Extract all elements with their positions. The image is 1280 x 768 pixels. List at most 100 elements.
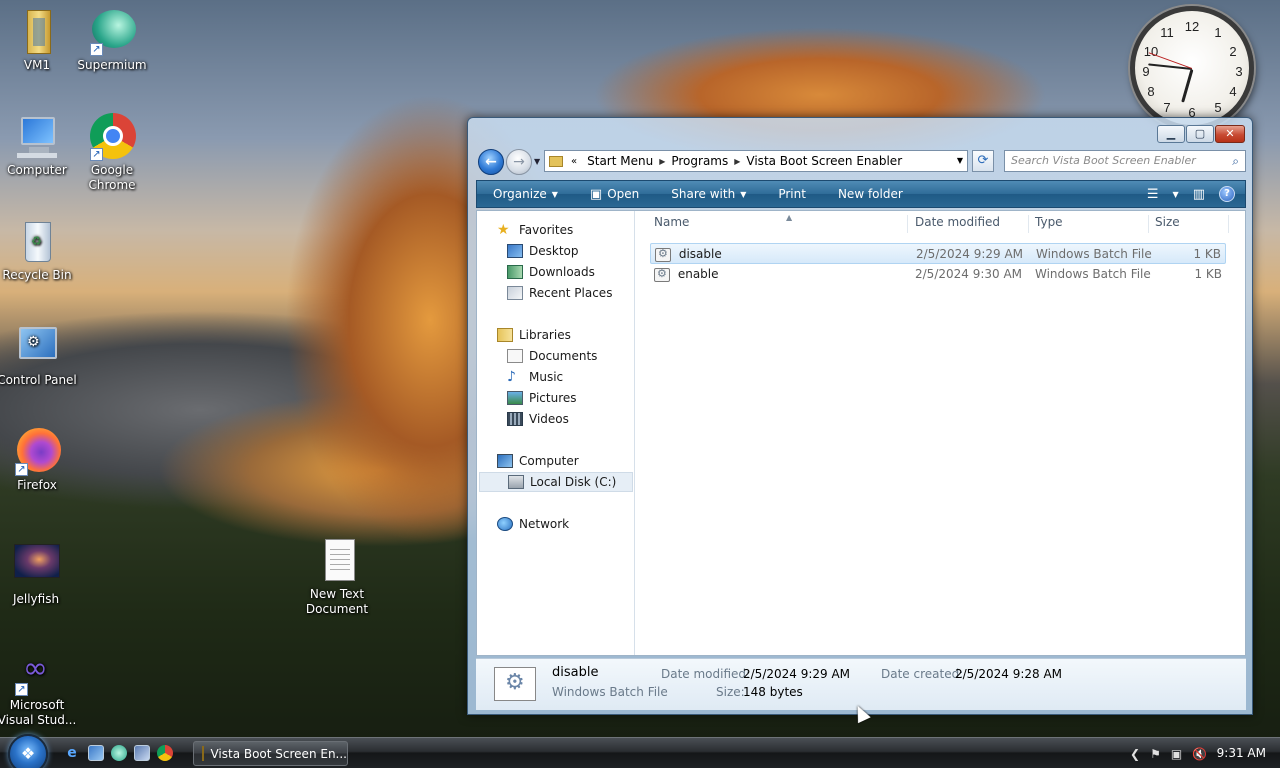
desktop-icon-visual-studio[interactable]: ∞ ↗ Microsoft Visual Stud... <box>0 648 77 728</box>
nav-downloads[interactable]: Downloads <box>507 262 595 282</box>
view-options-icon[interactable]: ☰ <box>1147 187 1159 202</box>
nav-computer[interactable]: Computer <box>497 451 579 471</box>
quicklaunch-switch-windows-icon[interactable] <box>134 745 150 761</box>
back-button[interactable]: ← <box>478 149 504 175</box>
details-date-created-label: Date created: <box>881 667 964 681</box>
nav-recent-places[interactable]: Recent Places <box>507 283 612 303</box>
forward-button[interactable]: → <box>506 149 532 175</box>
explorer-window[interactable]: ▁ ▢ ✕ ← → ▼ « Start Menu ▶ Programs ▶ Vi… <box>467 117 1253 715</box>
nav-label: Downloads <box>529 265 595 279</box>
taskbar-button-explorer[interactable]: Vista Boot Screen En... <box>193 741 348 766</box>
nav-pictures[interactable]: Pictures <box>507 388 577 408</box>
quicklaunch-internet-explorer-icon[interactable]: e <box>64 745 80 761</box>
control-panel-icon: ⚙ <box>13 323 61 371</box>
nav-label: Local Disk (C:) <box>530 475 617 489</box>
organize-label: Organize <box>493 187 547 201</box>
new-folder-button[interactable]: New folder <box>822 187 919 201</box>
nav-favorites[interactable]: ★ Favorites <box>497 220 573 240</box>
preview-pane-icon[interactable]: ▥ <box>1193 187 1205 202</box>
sort-ascending-icon: ▲ <box>786 213 793 222</box>
supermium-icon: ↗ <box>88 8 136 56</box>
close-button[interactable]: ✕ <box>1215 125 1245 143</box>
recent-pages-dropdown[interactable]: ▼ <box>534 157 540 166</box>
print-label: Print <box>778 187 806 201</box>
column-header-date-modified[interactable]: Date modified <box>911 215 1029 233</box>
desktop-icon-computer[interactable]: Computer <box>0 113 77 178</box>
batch-file-icon <box>654 267 670 282</box>
desktop-icon-supermium[interactable]: ↗ Supermium <box>72 8 152 73</box>
window-controls: ▁ ▢ ✕ <box>1157 125 1245 143</box>
desktop-icon-label: VM1 <box>23 58 51 72</box>
search-placeholder: Search Vista Boot Screen Enabler <box>1011 154 1196 167</box>
clock-gadget[interactable]: 12 1 2 3 4 5 6 7 8 9 10 11 <box>1130 6 1254 130</box>
clock-numeral: 12 <box>1184 19 1200 34</box>
file-size-cell: 1 KB <box>1194 267 1222 281</box>
desktop-icon-label: New Text Document <box>305 587 369 616</box>
desktop-icon-label: Recycle Bin <box>2 268 72 282</box>
desktop-icon-label: Computer <box>7 163 67 177</box>
nav-desktop[interactable]: Desktop <box>507 241 579 261</box>
desktop-icon-recycle-bin[interactable]: ♻ Recycle Bin <box>0 218 77 283</box>
refresh-icon: ⟳ <box>977 153 989 168</box>
volume-muted-icon[interactable]: 🔇 <box>1192 747 1207 761</box>
help-icon[interactable]: ? <box>1219 186 1235 202</box>
nav-libraries[interactable]: Libraries <box>497 325 571 345</box>
navigation-bar: ← → ▼ « Start Menu ▶ Programs ▶ Vista Bo… <box>476 148 1246 176</box>
quicklaunch-chrome-icon[interactable] <box>157 745 173 761</box>
desktop-icon-new-text-document[interactable]: New Text Document <box>297 537 377 617</box>
nav-music[interactable]: ♪ Music <box>507 367 563 387</box>
minimize-button[interactable]: ▁ <box>1157 125 1185 143</box>
column-header-name[interactable]: Name ▲ <box>650 213 908 233</box>
file-type-cell: Windows Batch File <box>1035 267 1151 281</box>
file-row-disable[interactable]: disable 2/5/2024 9:29 AM Windows Batch F… <box>650 243 1226 264</box>
open-label: Open <box>607 187 640 201</box>
breadcrumb-programs[interactable]: Programs <box>665 154 734 168</box>
column-header-size[interactable]: Size <box>1151 215 1229 233</box>
image-thumbnail-icon <box>12 542 60 590</box>
overflow-chevron-icon[interactable]: « <box>567 156 581 167</box>
quicklaunch-supermium-icon[interactable] <box>111 745 127 761</box>
desktop-icon-label: Supermium <box>77 58 147 72</box>
column-header-type[interactable]: Type <box>1031 215 1149 233</box>
chevron-down-icon[interactable]: ▼ <box>957 156 963 165</box>
column-label: Type <box>1035 215 1063 229</box>
clock-time[interactable]: 9:31 AM <box>1217 746 1266 760</box>
print-button[interactable]: Print <box>762 187 822 201</box>
arrow-right-icon: → <box>513 154 525 170</box>
search-icon[interactable]: ⌕ <box>1232 154 1239 169</box>
open-button[interactable]: ▣ Open <box>574 187 655 202</box>
refresh-button[interactable]: ⟳ <box>972 150 994 172</box>
maximize-button[interactable]: ▢ <box>1186 125 1214 143</box>
folder-icon <box>202 746 205 761</box>
desktop-icon-control-panel[interactable]: ⚙ Control Panel <box>0 323 77 388</box>
action-center-flag-icon[interactable]: ⚑ <box>1150 747 1161 761</box>
nav-network[interactable]: Network <box>497 514 569 534</box>
search-input[interactable]: Search Vista Boot Screen Enabler ⌕ <box>1004 150 1246 172</box>
nav-local-disk-c[interactable]: Local Disk (C:) <box>479 472 633 492</box>
nav-label: Recent Places <box>529 286 613 300</box>
system-tray: ❮ ⚑ ▣ 🔇 9:31 AM <box>1120 738 1280 768</box>
clock-numeral: 10 <box>1143 44 1159 59</box>
desktop-icon-jellyfish[interactable]: Jellyfish <box>0 542 76 607</box>
nav-documents[interactable]: Documents <box>507 346 597 366</box>
file-name-cell: disable <box>655 247 722 262</box>
desktop-icon-vm1[interactable]: VM1 <box>0 8 77 73</box>
breadcrumb-start-menu[interactable]: Start Menu <box>581 154 659 168</box>
quicklaunch-show-desktop-icon[interactable] <box>88 745 104 761</box>
breadcrumb-vista-boot-screen-enabler[interactable]: Vista Boot Screen Enabler <box>740 154 908 168</box>
desktop-icon-google-chrome[interactable]: ↗ Google Chrome <box>72 113 152 193</box>
address-bar[interactable]: « Start Menu ▶ Programs ▶ Vista Boot Scr… <box>544 150 968 172</box>
start-button[interactable]: ❖ <box>8 734 48 768</box>
desktop-icon-firefox[interactable]: ↗ Firefox <box>0 428 77 493</box>
organize-button[interactable]: Organize ▼ <box>477 187 574 201</box>
chevron-down-icon: ▼ <box>551 189 558 199</box>
show-hidden-icons-chevron-icon[interactable]: ❮ <box>1130 747 1140 761</box>
file-row-enable[interactable]: enable 2/5/2024 9:30 AM Windows Batch Fi… <box>650 264 1226 285</box>
libraries-icon <box>497 328 513 342</box>
share-with-button[interactable]: Share with ▼ <box>655 187 762 201</box>
file-date-cell: 2/5/2024 9:29 AM <box>916 247 1024 261</box>
chevron-down-icon[interactable]: ▼ <box>1173 190 1179 199</box>
nav-videos[interactable]: Videos <box>507 409 569 429</box>
clock-numeral: 11 <box>1160 25 1174 40</box>
network-status-icon[interactable]: ▣ <box>1171 747 1182 761</box>
